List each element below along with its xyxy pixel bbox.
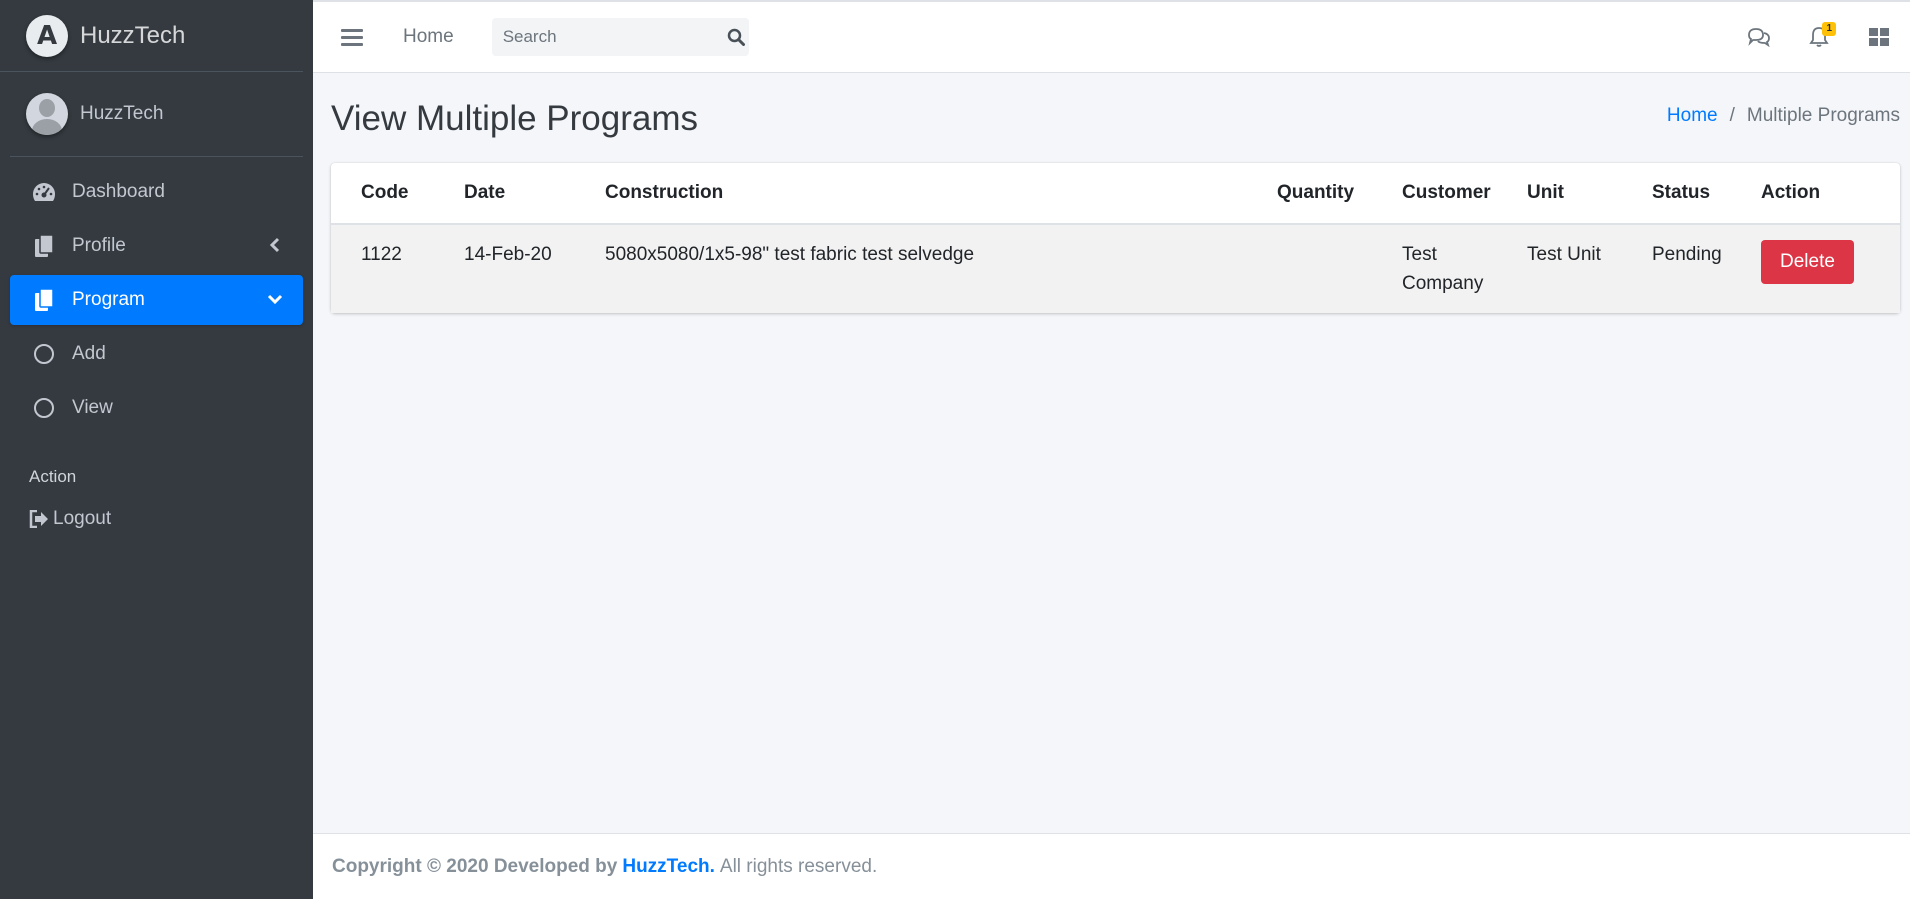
sidebar-nav: Dashboard Profile Program Add View — [0, 167, 313, 433]
bell-icon[interactable]: 1 — [1804, 22, 1836, 52]
sidebar-item-label: Program — [72, 289, 145, 310]
circle-icon — [32, 396, 56, 420]
circle-icon — [32, 342, 56, 366]
sidebar: A HuzzTech HuzzTech Dashboard Profile Pr… — [0, 0, 313, 899]
sign-out-icon — [29, 510, 49, 528]
column-header-date: Date — [452, 163, 593, 225]
breadcrumb: Home / Multiple Programs — [1667, 105, 1900, 127]
delete-button[interactable]: Delete — [1761, 240, 1854, 284]
sidebar-item-program[interactable]: Program — [10, 275, 303, 325]
user-panel[interactable]: HuzzTech — [10, 72, 303, 157]
column-header-unit: Unit — [1515, 163, 1640, 225]
cell-construction: 5080x5080/1x5-98" test fabric test selve… — [593, 224, 1265, 313]
cell-code: 1122 — [331, 224, 452, 313]
cell-action: Delete — [1749, 224, 1900, 313]
comments-icon[interactable] — [1744, 22, 1774, 52]
logout-label: Logout — [53, 508, 112, 529]
search-box — [491, 18, 749, 56]
sidebar-item-label: View — [72, 397, 113, 418]
breadcrumb-home[interactable]: Home — [1667, 105, 1718, 127]
copy-icon — [32, 234, 56, 258]
table-row: 1122 14-Feb-20 5080x5080/1x5-98" test fa… — [331, 224, 1900, 313]
column-header-customer: Customer — [1390, 163, 1515, 225]
main-content: View Multiple Programs Home / Multiple P… — [313, 73, 1910, 313]
sidebar-item-view[interactable]: View — [10, 383, 303, 433]
search-input[interactable] — [491, 18, 724, 56]
programs-card: Code Date Construction Quantity Customer… — [331, 163, 1900, 313]
column-header-construction: Construction — [593, 163, 1265, 225]
user-name: HuzzTech — [80, 103, 164, 124]
chevron-left-icon — [265, 235, 285, 255]
sidebar-item-label: Dashboard — [72, 181, 165, 202]
sidebar-item-add[interactable]: Add — [10, 329, 303, 379]
chevron-down-icon — [265, 289, 285, 309]
cell-status: Pending — [1640, 224, 1749, 313]
sidebar-header-action: Action — [29, 467, 77, 486]
footer-copyright: Copyright © 2020 Developed by — [332, 855, 618, 877]
sidebar-item-label: Profile — [72, 235, 126, 256]
logout-link[interactable]: Logout — [0, 497, 313, 541]
breadcrumb-current: Multiple Programs — [1746, 105, 1900, 126]
column-header-code: Code — [331, 163, 452, 225]
cell-customer: Test Company — [1390, 224, 1515, 313]
brand-logo: A — [26, 14, 68, 57]
table-header-row: Code Date Construction Quantity Customer… — [331, 163, 1900, 225]
brand-name: HuzzTech — [80, 21, 186, 49]
menu-toggle-icon[interactable] — [341, 26, 363, 48]
avatar — [26, 93, 68, 135]
notification-badge: 1 — [1822, 22, 1836, 36]
top-home-link[interactable]: Home — [403, 26, 454, 48]
sidebar-item-profile[interactable]: Profile — [10, 221, 303, 271]
grid-icon[interactable] — [1864, 22, 1894, 52]
sidebar-item-dashboard[interactable]: Dashboard — [10, 167, 303, 217]
brand-link[interactable]: A HuzzTech — [0, 0, 303, 72]
footer-brand-link[interactable]: HuzzTech. — [622, 856, 715, 878]
content-header: View Multiple Programs Home / Multiple P… — [313, 73, 1910, 163]
footer-rights: All rights reserved. — [719, 855, 878, 877]
cell-unit: Test Unit — [1515, 224, 1640, 313]
top-navbar: Home 1 — [313, 0, 1910, 73]
copy-icon — [32, 288, 56, 312]
programs-table: Code Date Construction Quantity Customer… — [331, 163, 1900, 313]
cell-date: 14-Feb-20 — [452, 224, 593, 313]
column-header-quantity: Quantity — [1265, 163, 1390, 225]
column-header-status: Status — [1640, 163, 1749, 225]
footer: Copyright © 2020 Developed by HuzzTech. … — [313, 833, 1910, 899]
sidebar-item-label: Add — [72, 343, 106, 364]
breadcrumb-separator: / — [1729, 105, 1735, 126]
tachometer-icon — [32, 180, 56, 204]
column-header-action: Action — [1749, 163, 1900, 225]
cell-quantity — [1265, 224, 1390, 313]
search-icon[interactable] — [724, 18, 749, 56]
page-title: View Multiple Programs — [331, 99, 698, 138]
